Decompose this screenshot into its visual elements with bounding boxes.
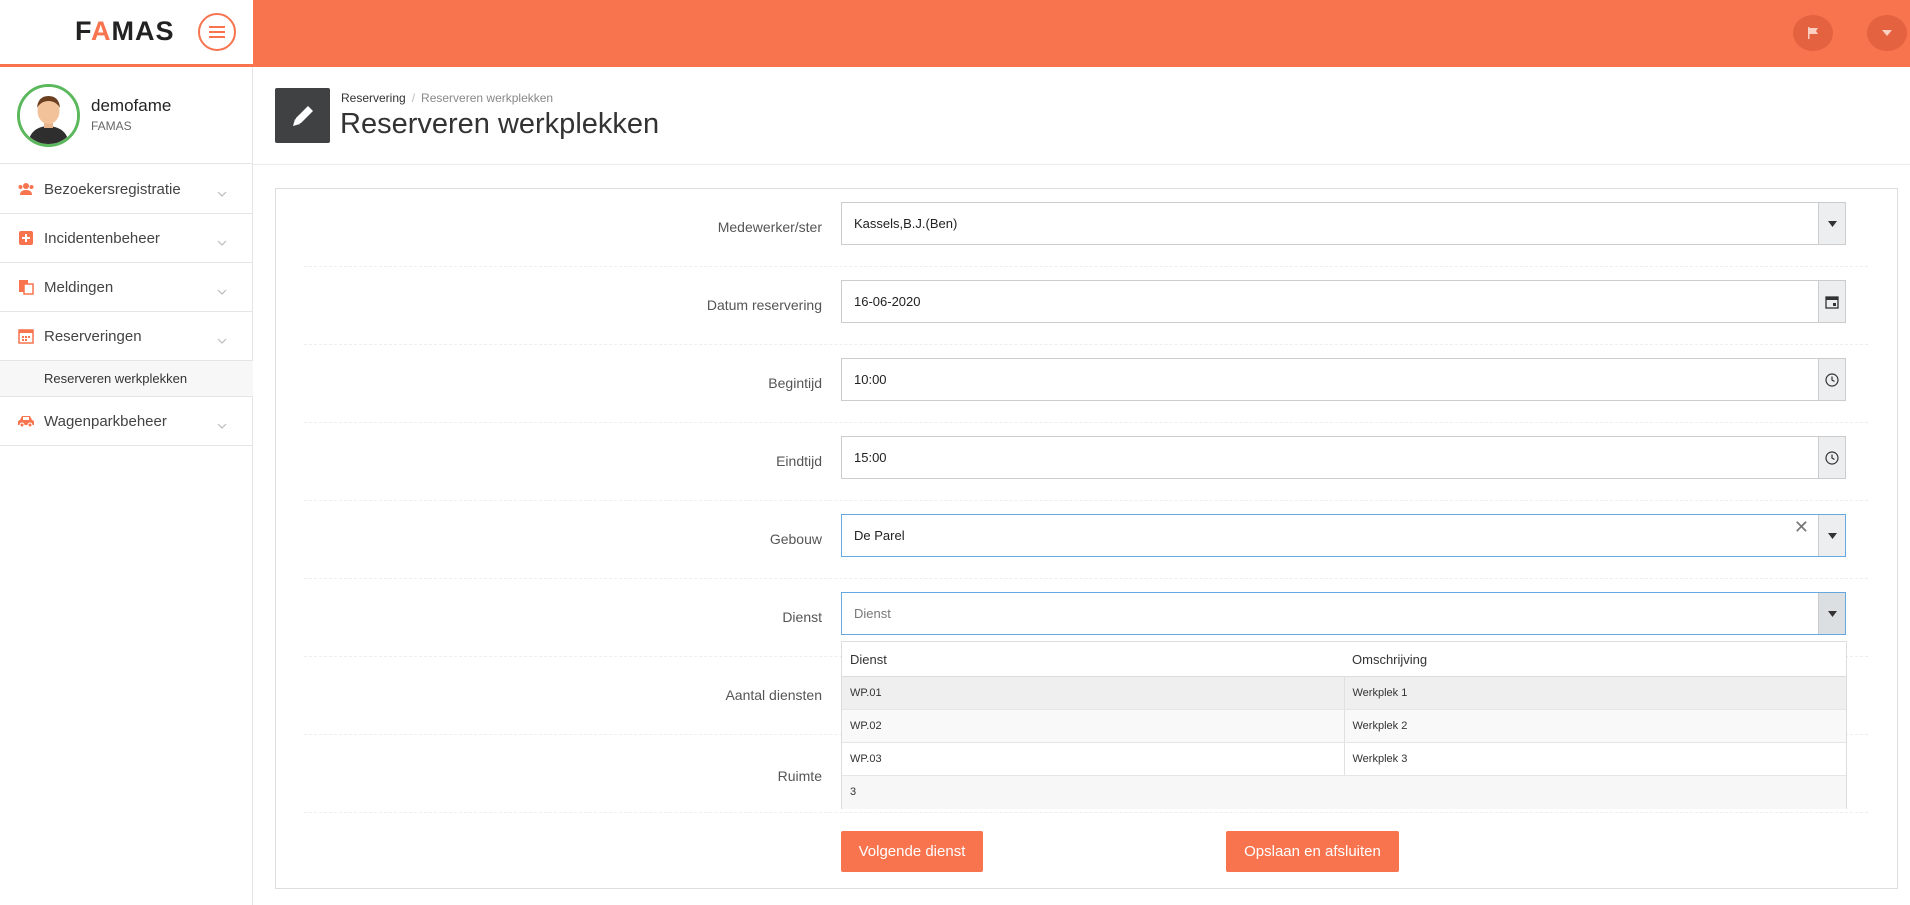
row-medewerker: Medewerker/ster Kassels,B.J.(Ben) — [304, 189, 1868, 267]
time-picker-button[interactable] — [1818, 359, 1845, 400]
field-label: Medewerker/ster — [717, 219, 822, 235]
header-bar — [253, 0, 1910, 67]
dropdown-toggle[interactable] — [1818, 593, 1845, 634]
sidebar-item-reserveringen[interactable]: Reserveringen — [0, 312, 253, 361]
eindtijd-value: 15:00 — [854, 450, 887, 465]
menu-toggle-button[interactable] — [198, 13, 236, 51]
breadcrumb-link[interactable]: Reservering — [341, 91, 406, 105]
sidebar-item-bezoekersregistratie[interactable]: Bezoekersregistratie — [0, 165, 253, 214]
dropdown-option[interactable]: WP.02 Werkplek 2 — [842, 710, 1846, 743]
caret-down-icon — [1882, 30, 1892, 36]
datum-value: 16-06-2020 — [854, 294, 921, 309]
medewerker-select[interactable]: Kassels,B.J.(Ben) — [841, 202, 1846, 245]
field-label: Aantal diensten — [725, 687, 822, 703]
caret-down-icon — [1827, 220, 1837, 227]
brand-area: FAMAS — [0, 0, 253, 67]
dropdown-toggle[interactable] — [1818, 203, 1845, 244]
option-description: Werkplek 1 — [1352, 687, 1408, 699]
flag-icon — [1808, 27, 1818, 39]
option-description: Werkplek 3 — [1352, 753, 1408, 765]
user-menu-button[interactable] — [1867, 15, 1907, 51]
flag-button[interactable] — [1793, 15, 1833, 51]
sidebar-item-incidentenbeheer[interactable]: Incidentenbeheer — [0, 214, 253, 263]
dienst-dropdown: Dienst Omschrijving WP.01 Werkplek 1 WP.… — [841, 641, 1847, 809]
chevron-down-icon — [217, 282, 227, 300]
field-label: Gebouw — [769, 531, 822, 547]
sidebar-item-meldingen[interactable]: Meldingen — [0, 263, 253, 312]
page-header: Reservering / Reserveren werkplekken Reser… — [253, 67, 1910, 165]
user-org: FAMAS — [91, 119, 132, 133]
field-label: Eindtijd — [776, 453, 822, 469]
documents-icon — [17, 278, 35, 296]
option-description: Werkplek 2 — [1352, 720, 1408, 732]
top-bar: FAMAS — [0, 0, 1910, 67]
chevron-down-icon — [217, 331, 227, 349]
sidebar-nav: Bezoekersregistratie Incidentenbeheer Me… — [0, 165, 253, 446]
hamburger-icon — [209, 26, 225, 38]
dropdown-result-count: 3 — [842, 776, 1846, 809]
option-code: WP.03 — [842, 743, 1345, 775]
car-icon — [17, 412, 35, 430]
calendar-icon — [1825, 295, 1839, 309]
begintijd-value: 10:00 — [854, 372, 887, 387]
dienst-placeholder: Dienst — [854, 606, 891, 621]
row-gebouw: Gebouw De Parel ✕ — [304, 501, 1868, 579]
next-service-button[interactable]: Volgende dienst — [841, 831, 983, 872]
plus-square-icon — [17, 229, 35, 247]
option-code: WP.01 — [842, 677, 1345, 709]
row-begintijd: Begintijd 10:00 — [304, 345, 1868, 423]
chevron-down-icon — [217, 184, 227, 202]
users-icon — [17, 180, 35, 198]
chevron-down-icon — [217, 416, 227, 434]
field-label: Dienst — [782, 609, 822, 625]
sidebar-subitem-reserveren-werkplekken[interactable]: Reserveren werkplekken — [0, 361, 253, 397]
datum-input[interactable]: 16-06-2020 — [841, 280, 1846, 323]
breadcrumb: Reservering / Reserveren werkplekken — [341, 91, 554, 105]
sidebar: demofame FAMAS Bezoekersregistratie Inci… — [0, 67, 253, 905]
medewerker-value: Kassels,B.J.(Ben) — [854, 216, 958, 231]
pencil-icon — [275, 88, 330, 143]
caret-down-icon — [1827, 532, 1837, 539]
time-picker-button[interactable] — [1818, 437, 1845, 478]
field-label: Ruimte — [777, 768, 822, 784]
field-label: Datum reservering — [706, 297, 822, 313]
breadcrumb-current: Reserveren werkplekken — [421, 91, 554, 105]
dropdown-option[interactable]: WP.01 Werkplek 1 — [842, 677, 1846, 710]
gebouw-value: De Parel — [854, 528, 905, 543]
clock-icon — [1825, 450, 1839, 465]
dropdown-option[interactable]: WP.03 Werkplek 3 — [842, 743, 1846, 776]
sidebar-item-label: Wagenparkbeheer — [44, 412, 167, 430]
sidebar-item-label: Bezoekersregistratie — [44, 180, 181, 198]
sidebar-item-label: Incidentenbeheer — [44, 229, 160, 247]
sidebar-item-wagenparkbeheer[interactable]: Wagenparkbeheer — [0, 397, 253, 446]
dropdown-toggle[interactable] — [1818, 515, 1845, 556]
chevron-down-icon — [217, 233, 227, 251]
field-label: Begintijd — [768, 375, 822, 391]
column-header: Omschrijving — [1352, 652, 1428, 667]
avatar[interactable] — [17, 84, 80, 147]
begintijd-input[interactable]: 10:00 — [841, 358, 1846, 401]
row-datum: Datum reservering 16-06-2020 — [304, 267, 1868, 345]
avatar-image-icon — [20, 87, 77, 144]
clear-icon[interactable]: ✕ — [1794, 517, 1809, 538]
eindtijd-input[interactable]: 15:00 — [841, 436, 1846, 479]
sidebar-item-label: Reserveringen — [44, 327, 142, 345]
gebouw-select[interactable]: De Parel ✕ — [841, 514, 1846, 557]
sidebar-item-label: Meldingen — [44, 278, 114, 296]
save-and-close-button[interactable]: Opslaan en afsluiten — [1226, 831, 1399, 872]
page-title: Reserveren werkplekken — [340, 108, 660, 140]
user-panel: demofame FAMAS — [0, 67, 253, 164]
clock-icon — [1825, 372, 1839, 387]
user-name: demofame — [91, 96, 172, 115]
option-code: WP.02 — [842, 710, 1345, 742]
row-eindtijd: Eindtijd 15:00 — [304, 423, 1868, 501]
dienst-select[interactable]: Dienst — [841, 592, 1846, 635]
column-header: Dienst — [850, 652, 887, 667]
caret-down-icon — [1827, 610, 1837, 617]
famas-logo[interactable]: FAMAS — [75, 16, 175, 47]
dropdown-header: Dienst Omschrijving — [842, 642, 1846, 677]
calendar-icon — [17, 327, 35, 345]
date-picker-button[interactable] — [1818, 281, 1845, 322]
